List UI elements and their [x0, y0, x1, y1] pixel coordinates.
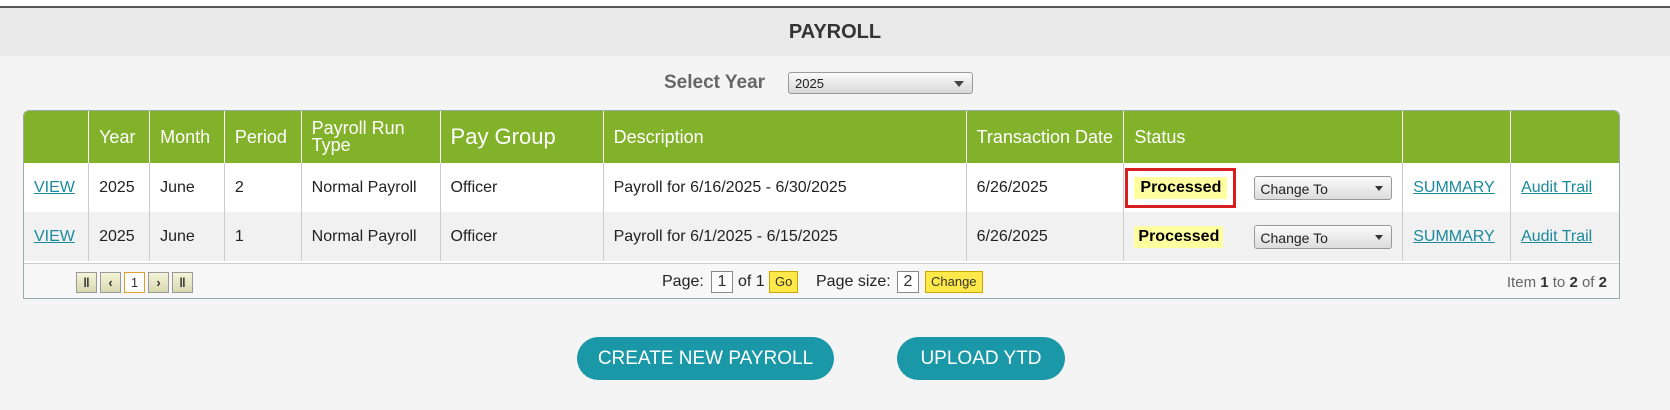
item-prefix: Item	[1506, 274, 1537, 291]
item-count: Item 1 to 2 of 2	[1507, 274, 1607, 291]
payroll-grid: Year Month Period Payroll Run Type Pay G…	[23, 110, 1620, 299]
page-size-label: Page size:	[816, 273, 891, 290]
status-badge: Processed	[1125, 167, 1237, 208]
cell-month: June	[149, 163, 225, 212]
page-number-button[interactable]: 1	[124, 272, 145, 293]
cell-status: Processed Change To	[1123, 163, 1404, 212]
cell-pay-group: Officer	[440, 163, 604, 212]
view-link[interactable]: VIEW	[34, 228, 75, 245]
item-from: 1	[1540, 274, 1549, 291]
chevron-down-icon	[1375, 186, 1384, 191]
col-header-description: Description	[603, 111, 967, 163]
col-header-period: Period	[224, 111, 302, 163]
cell-period: 2	[224, 163, 302, 212]
payroll-table: Year Month Period Payroll Run Type Pay G…	[24, 111, 1619, 261]
item-total: 2	[1598, 274, 1607, 291]
table-row: VIEW 2025 June 1 Normal Payroll Officer …	[24, 212, 1619, 261]
page-title: PAYROLL	[0, 8, 1670, 56]
cell-transaction-date: 6/26/2025	[966, 212, 1125, 261]
col-header-pay-group: Pay Group	[440, 111, 604, 163]
year-select[interactable]: 2025	[788, 72, 973, 94]
pager: ‖ ‹ 1 › ‖ Page: 1 of 1 Go Page size: 2 C…	[24, 263, 1619, 298]
cell-run-type: Normal Payroll	[301, 163, 441, 212]
table-header-row: Year Month Period Payroll Run Type Pay G…	[24, 111, 1619, 163]
cell-pay-group: Officer	[440, 212, 604, 261]
upload-ytd-button[interactable]: UPLOAD YTD	[897, 337, 1065, 380]
create-new-payroll-button[interactable]: CREATE NEW PAYROLL	[577, 337, 834, 380]
year-label: Select Year	[664, 72, 766, 93]
chevron-down-icon	[954, 81, 964, 87]
chevron-down-icon	[1375, 235, 1384, 240]
cell-run-type: Normal Payroll	[301, 212, 441, 261]
next-page-icon[interactable]: ›	[148, 272, 169, 293]
year-select-value: 2025	[795, 76, 824, 91]
col-header-status: Status	[1123, 111, 1404, 163]
go-button[interactable]: Go	[769, 271, 799, 293]
col-header-year: Year	[88, 111, 151, 163]
page-label: Page:	[662, 273, 704, 290]
change-to-label: Change To	[1260, 230, 1328, 246]
change-to-select[interactable]: Change To	[1254, 176, 1393, 200]
change-to-select[interactable]: Change To	[1254, 225, 1393, 249]
item-to-word: to	[1552, 274, 1566, 291]
col-header-run-type: Payroll Run Type	[301, 111, 441, 163]
prev-page-icon[interactable]: ‹	[100, 272, 121, 293]
year-filter: Select Year 2025	[0, 68, 1670, 102]
top-border	[0, 0, 1670, 8]
page-of-text: of 1	[738, 273, 765, 290]
page-size-input[interactable]: 2	[897, 271, 919, 293]
col-header-audit	[1511, 111, 1619, 163]
audit-trail-link[interactable]: Audit Trail	[1521, 179, 1592, 196]
cell-transaction-date: 6/26/2025	[966, 163, 1125, 212]
item-to: 2	[1569, 274, 1578, 291]
cell-status: Processed Change To	[1123, 212, 1404, 261]
col-header-month: Month	[149, 111, 225, 163]
summary-link[interactable]: SUMMARY	[1413, 228, 1495, 245]
cell-month: June	[149, 212, 225, 261]
status-badge: Processed	[1134, 225, 1224, 248]
cell-year: 2025	[88, 163, 151, 212]
audit-trail-link[interactable]: Audit Trail	[1521, 228, 1592, 245]
table-row: VIEW 2025 June 2 Normal Payroll Officer …	[24, 163, 1619, 212]
view-link[interactable]: VIEW	[34, 179, 75, 196]
col-header-summary	[1402, 111, 1512, 163]
col-header-transaction-date: Transaction Date	[966, 111, 1125, 163]
first-page-icon[interactable]: ‖	[76, 272, 97, 293]
change-button[interactable]: Change	[925, 271, 983, 293]
cell-period: 1	[224, 212, 302, 261]
summary-link[interactable]: SUMMARY	[1413, 179, 1495, 196]
last-page-icon[interactable]: ‖	[172, 272, 193, 293]
col-header-actions	[24, 111, 90, 163]
page-input[interactable]: 1	[711, 271, 733, 293]
cell-year: 2025	[88, 212, 151, 261]
item-of-word: of	[1581, 274, 1595, 291]
cell-description: Payroll for 6/16/2025 - 6/30/2025	[603, 163, 967, 212]
cell-description: Payroll for 6/1/2025 - 6/15/2025	[603, 212, 967, 261]
change-to-label: Change To	[1260, 181, 1328, 197]
